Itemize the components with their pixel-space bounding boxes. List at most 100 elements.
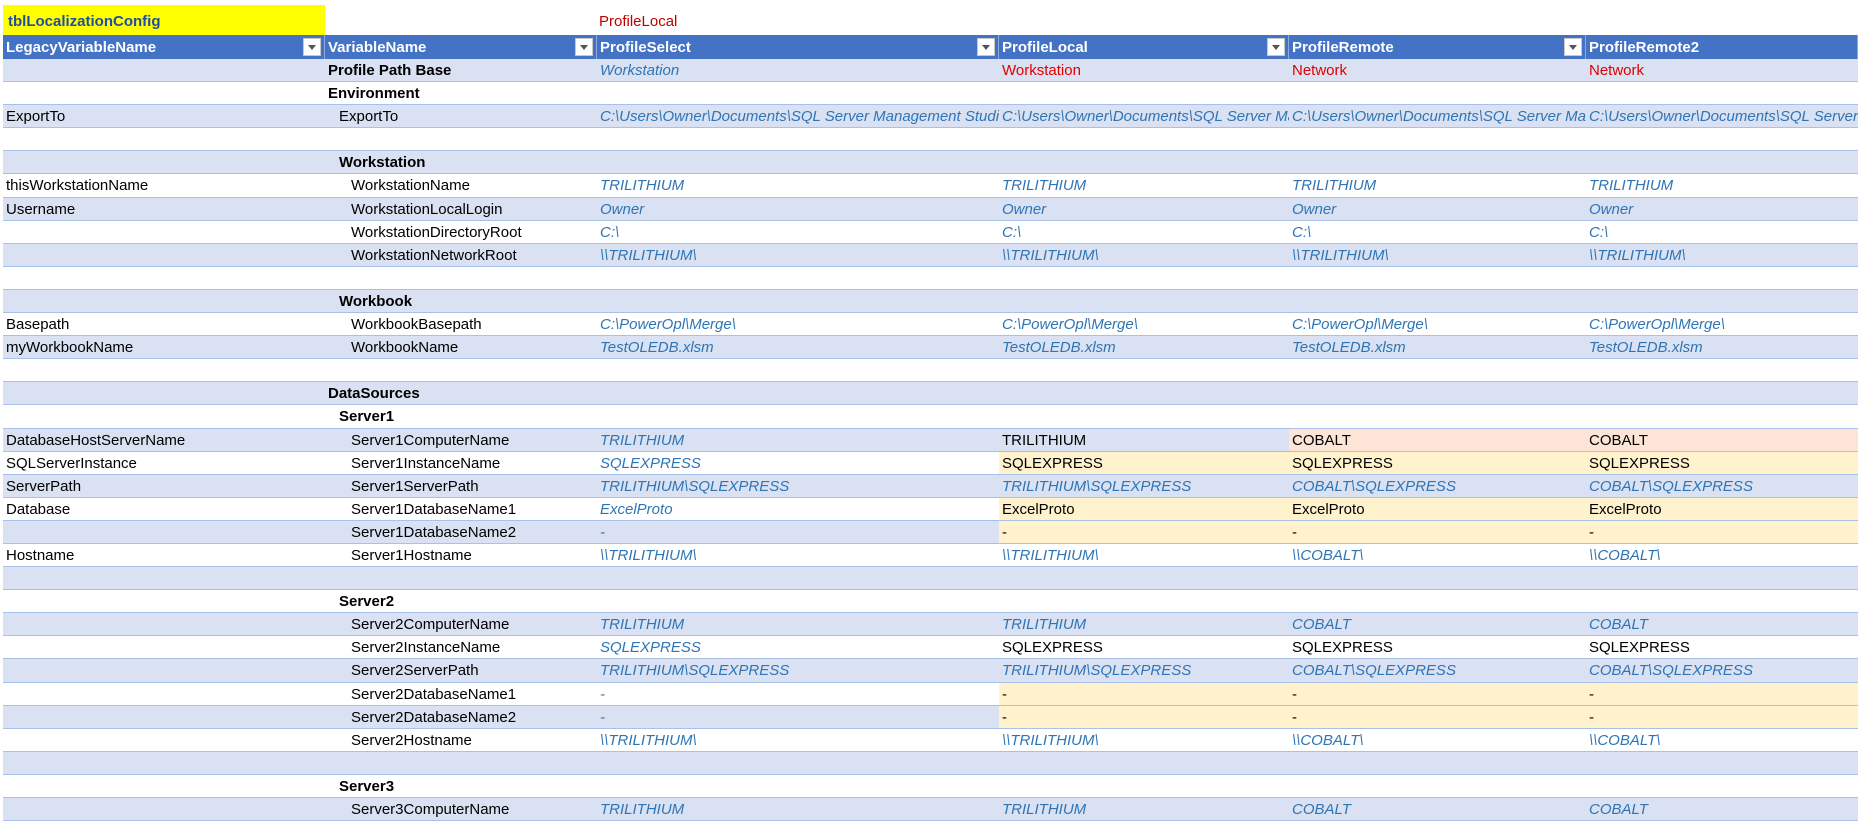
cell-profile-remote2[interactable]: ExcelProto xyxy=(1586,497,1858,520)
cell-profile-remote2[interactable]: - xyxy=(1586,682,1858,705)
cell-profile-local[interactable]: SQLEXPRESS xyxy=(999,451,1289,474)
cell-profile-local[interactable]: C:\Users\Owner\Documents\SQL Server Mana… xyxy=(999,105,1289,127)
cell-profile-remote2[interactable]: COBALT xyxy=(1586,428,1858,451)
cell-profile-remote[interactable] xyxy=(1289,775,1586,797)
cell-profile-select[interactable] xyxy=(597,267,999,289)
cell-legacy-variable-name[interactable]: Hostname xyxy=(3,544,325,566)
cell-profile-remote[interactable]: COBALT\SQLEXPRESS xyxy=(1289,659,1586,681)
cell-profile-select[interactable]: SQLEXPRESS xyxy=(597,452,999,474)
cell-profile-local[interactable] xyxy=(999,128,1289,150)
cell-profile-local[interactable] xyxy=(999,382,1289,404)
cell-profile-remote[interactable]: Owner xyxy=(1289,198,1586,220)
cell-variable-name[interactable]: WorkstationNetworkRoot xyxy=(325,244,597,266)
cell-legacy-variable-name[interactable] xyxy=(3,683,325,705)
cell-profile-remote2[interactable]: TestOLEDB.xlsm xyxy=(1586,336,1858,358)
cell-profile-remote[interactable]: COBALT xyxy=(1289,613,1586,635)
cell-profile-local[interactable]: TRILITHIUM\SQLEXPRESS xyxy=(999,475,1289,497)
cell-variable-name[interactable]: Server2ComputerName xyxy=(325,613,597,635)
cell-variable-name[interactable]: Server1InstanceName xyxy=(325,452,597,474)
cell-legacy-variable-name[interactable] xyxy=(3,613,325,635)
cell-profile-select[interactable] xyxy=(597,290,999,312)
cell-legacy-variable-name[interactable] xyxy=(3,590,325,612)
cell-profile-remote2[interactable]: TRILITHIUM xyxy=(1586,174,1858,196)
cell-profile-local[interactable] xyxy=(999,567,1289,589)
cell-profile-select[interactable] xyxy=(597,128,999,150)
cell-profile-local[interactable]: \\TRILITHIUM\ xyxy=(999,729,1289,751)
cell-profile-remote2[interactable] xyxy=(1586,405,1858,427)
cell-legacy-variable-name[interactable]: SQLServerInstance xyxy=(3,452,325,474)
cell-profile-local[interactable] xyxy=(999,82,1289,104)
cell-variable-name[interactable]: Server2DatabaseName1 xyxy=(325,683,597,705)
cell-profile-local[interactable]: - xyxy=(999,520,1289,543)
cell-variable-name[interactable]: Server2InstanceName xyxy=(325,636,597,658)
header-profile-remote2[interactable]: ProfileRemote2 xyxy=(1586,35,1858,59)
cell-legacy-variable-name[interactable] xyxy=(3,521,325,543)
cell-profile-select[interactable] xyxy=(597,382,999,404)
cell-profile-select[interactable]: Workstation xyxy=(597,59,999,81)
cell-profile-local[interactable] xyxy=(999,405,1289,427)
cell-profile-select[interactable] xyxy=(597,590,999,612)
cell-legacy-variable-name[interactable] xyxy=(3,221,325,243)
cell-legacy-variable-name[interactable] xyxy=(3,752,325,774)
cell-profile-remote[interactable]: COBALT\SQLEXPRESS xyxy=(1289,475,1586,497)
cell-profile-select[interactable]: TRILITHIUM xyxy=(597,613,999,635)
cell-variable-name[interactable]: WorkstationDirectoryRoot xyxy=(325,221,597,243)
cell-profile-remote[interactable] xyxy=(1289,151,1586,173)
cell-profile-local[interactable]: TRILITHIUM\SQLEXPRESS xyxy=(999,659,1289,681)
cell-variable-name[interactable]: ExportTo xyxy=(325,105,597,127)
cell-profile-local[interactable]: Owner xyxy=(999,198,1289,220)
cell-profile-remote[interactable]: SQLEXPRESS xyxy=(1289,451,1586,474)
cell-profile-remote2[interactable] xyxy=(1586,290,1858,312)
cell-profile-select[interactable]: TestOLEDB.xlsm xyxy=(597,336,999,358)
cell-profile-remote2[interactable]: \\TRILITHIUM\ xyxy=(1586,244,1858,266)
cell-profile-local[interactable]: - xyxy=(999,682,1289,705)
cell-profile-remote[interactable] xyxy=(1289,405,1586,427)
cell-profile-select[interactable] xyxy=(597,359,999,381)
cell-profile-select[interactable]: \\TRILITHIUM\ xyxy=(597,544,999,566)
cell-legacy-variable-name[interactable] xyxy=(3,359,325,381)
cell-profile-remote[interactable] xyxy=(1289,128,1586,150)
selected-profile-cell[interactable]: ProfileLocal xyxy=(599,5,677,35)
cell-legacy-variable-name[interactable] xyxy=(3,59,325,81)
cell-variable-name[interactable] xyxy=(325,267,597,289)
cell-profile-remote2[interactable] xyxy=(1586,267,1858,289)
cell-profile-remote2[interactable]: \\COBALT\ xyxy=(1586,729,1858,751)
cell-profile-select[interactable] xyxy=(597,567,999,589)
cell-variable-name[interactable]: Server1 xyxy=(325,405,597,427)
cell-variable-name[interactable]: Server2DatabaseName2 xyxy=(325,706,597,728)
filter-dropdown-icon[interactable] xyxy=(1564,38,1582,56)
cell-variable-name[interactable] xyxy=(325,752,597,774)
cell-profile-select[interactable]: \\TRILITHIUM\ xyxy=(597,729,999,751)
cell-legacy-variable-name[interactable]: Basepath xyxy=(3,313,325,335)
cell-profile-remote2[interactable] xyxy=(1586,752,1858,774)
cell-legacy-variable-name[interactable] xyxy=(3,382,325,404)
cell-legacy-variable-name[interactable] xyxy=(3,798,325,820)
cell-profile-remote2[interactable] xyxy=(1586,128,1858,150)
cell-profile-local[interactable]: SQLEXPRESS xyxy=(999,636,1289,658)
cell-profile-select[interactable]: TRILITHIUM xyxy=(597,429,999,451)
cell-profile-select[interactable]: \\TRILITHIUM\ xyxy=(597,244,999,266)
cell-profile-local[interactable]: TRILITHIUM xyxy=(999,798,1289,820)
cell-profile-remote2[interactable] xyxy=(1586,382,1858,404)
cell-legacy-variable-name[interactable] xyxy=(3,706,325,728)
cell-profile-remote[interactable] xyxy=(1289,290,1586,312)
cell-profile-select[interactable]: Owner xyxy=(597,198,999,220)
cell-profile-select[interactable]: C:\PowerOpl\Merge\ xyxy=(597,313,999,335)
header-profile-local[interactable]: ProfileLocal xyxy=(999,35,1289,59)
cell-profile-remote2[interactable]: C:\PowerOpl\Merge\ xyxy=(1586,313,1858,335)
cell-variable-name[interactable]: Server2ServerPath xyxy=(325,659,597,681)
cell-profile-remote[interactable]: C:\ xyxy=(1289,221,1586,243)
cell-variable-name[interactable]: Server3 xyxy=(325,775,597,797)
cell-variable-name[interactable]: Environment xyxy=(325,82,597,104)
table-name-cell[interactable]: tblLocalizationConfig xyxy=(3,5,325,35)
filter-dropdown-icon[interactable] xyxy=(303,38,321,56)
cell-profile-remote2[interactable]: C:\Users\Owner\Documents\SQL Server Mana… xyxy=(1586,105,1858,127)
cell-profile-remote[interactable]: - xyxy=(1289,705,1586,728)
cell-profile-remote[interactable]: TRILITHIUM xyxy=(1289,174,1586,196)
cell-profile-remote[interactable] xyxy=(1289,267,1586,289)
cell-variable-name[interactable]: Server1ServerPath xyxy=(325,475,597,497)
cell-legacy-variable-name[interactable]: DatabaseHostServerName xyxy=(3,429,325,451)
cell-profile-remote2[interactable] xyxy=(1586,567,1858,589)
cell-legacy-variable-name[interactable] xyxy=(3,267,325,289)
cell-profile-remote2[interactable]: \\COBALT\ xyxy=(1586,544,1858,566)
